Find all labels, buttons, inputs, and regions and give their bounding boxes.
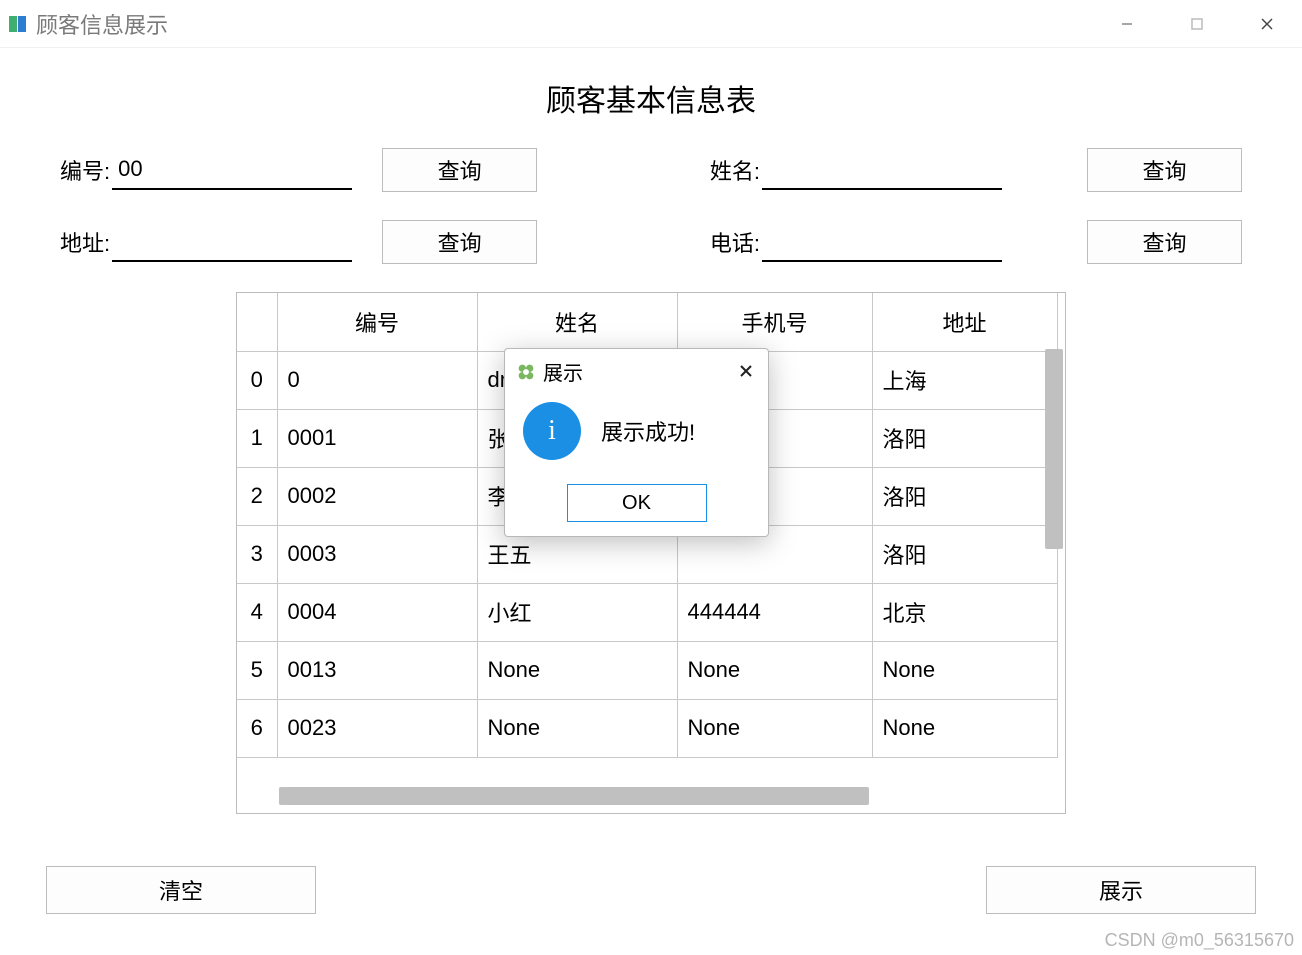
row-index: 4 — [237, 583, 277, 641]
address-field-group: 地址: 查询 — [60, 220, 651, 264]
close-button[interactable] — [1232, 0, 1302, 47]
table-row[interactable]: 40004小红444444北京 — [237, 583, 1057, 641]
name-query-button[interactable]: 查询 — [1087, 148, 1242, 192]
id-field-group: 编号: 查询 — [60, 148, 651, 192]
info-icon: i — [523, 402, 581, 460]
cell-id[interactable]: 0003 — [277, 525, 477, 583]
row-index: 5 — [237, 641, 277, 699]
dialog-close-button[interactable] — [734, 359, 758, 385]
dialog-title: 展示 — [543, 357, 734, 386]
header-phone[interactable]: 手机号 — [677, 293, 872, 351]
cell-name[interactable]: None — [477, 699, 677, 757]
cell-address[interactable]: 洛阳 — [872, 467, 1057, 525]
header-name[interactable]: 姓名 — [477, 293, 677, 351]
filter-row-1: 编号: 查询 姓名: 查询 — [40, 148, 1262, 192]
cell-id[interactable]: 0002 — [277, 467, 477, 525]
phone-input[interactable] — [762, 222, 1002, 262]
window-titlebar: 顾客信息展示 — [0, 0, 1302, 48]
cell-id[interactable]: 0 — [277, 351, 477, 409]
cell-address[interactable]: 北京 — [872, 583, 1057, 641]
cell-address[interactable]: 洛阳 — [872, 525, 1057, 583]
watermark: CSDN @m0_56315670 — [1105, 930, 1294, 951]
row-index: 3 — [237, 525, 277, 583]
clover-icon — [515, 361, 537, 383]
table-row[interactable]: 50013NoneNoneNone — [237, 641, 1057, 699]
cell-id[interactable]: 0013 — [277, 641, 477, 699]
cell-phone[interactable]: None — [677, 699, 872, 757]
header-address[interactable]: 地址 — [872, 293, 1057, 351]
dialog-body: i 展示成功! — [505, 390, 768, 478]
dialog-message: 展示成功! — [601, 415, 695, 447]
phone-label: 电话: — [710, 226, 760, 258]
cell-address[interactable]: 上海 — [872, 351, 1057, 409]
cell-phone[interactable]: None — [677, 641, 872, 699]
filter-row-2: 地址: 查询 电话: 查询 — [40, 220, 1262, 264]
bottom-bar: 清空 展示 — [40, 866, 1262, 914]
clear-button[interactable]: 清空 — [46, 866, 316, 914]
window-controls — [1092, 0, 1302, 47]
address-input[interactable] — [112, 222, 352, 262]
cell-name[interactable]: None — [477, 641, 677, 699]
row-index: 0 — [237, 351, 277, 409]
address-query-button[interactable]: 查询 — [382, 220, 537, 264]
horizontal-scrollbar[interactable] — [279, 787, 869, 805]
cell-phone[interactable]: 444444 — [677, 583, 872, 641]
cell-address[interactable]: None — [872, 641, 1057, 699]
dialog-titlebar[interactable]: 展示 — [505, 349, 768, 390]
id-label: 编号: — [60, 154, 110, 186]
minimize-button[interactable] — [1092, 0, 1162, 47]
show-button[interactable]: 展示 — [986, 866, 1256, 914]
phone-query-button[interactable]: 查询 — [1087, 220, 1242, 264]
table-row[interactable]: 60023NoneNoneNone — [237, 699, 1057, 757]
maximize-button[interactable] — [1162, 0, 1232, 47]
name-label: 姓名: — [710, 154, 760, 186]
row-index: 6 — [237, 699, 277, 757]
cell-id[interactable]: 0023 — [277, 699, 477, 757]
page-title: 顾客基本信息表 — [40, 76, 1262, 120]
cell-address[interactable]: 洛阳 — [872, 409, 1057, 467]
cell-id[interactable]: 0004 — [277, 583, 477, 641]
id-query-button[interactable]: 查询 — [382, 148, 537, 192]
cell-id[interactable]: 0001 — [277, 409, 477, 467]
cell-address[interactable]: None — [872, 699, 1057, 757]
header-id[interactable]: 编号 — [277, 293, 477, 351]
id-input[interactable] — [112, 150, 352, 190]
address-label: 地址: — [60, 226, 110, 258]
phone-field-group: 电话: 查询 — [651, 220, 1242, 264]
window-title: 顾客信息展示 — [36, 8, 168, 40]
dialog-footer: OK — [505, 478, 768, 536]
table-corner — [237, 293, 277, 351]
name-input[interactable] — [762, 150, 1002, 190]
cell-name[interactable]: 小红 — [477, 583, 677, 641]
dialog-ok-button[interactable]: OK — [567, 484, 707, 522]
vertical-scrollbar[interactable] — [1045, 349, 1063, 549]
info-dialog: 展示 i 展示成功! OK — [504, 348, 769, 537]
name-field-group: 姓名: 查询 — [651, 148, 1242, 192]
row-index: 2 — [237, 467, 277, 525]
titlebar-left: 顾客信息展示 — [8, 8, 168, 40]
row-index: 1 — [237, 409, 277, 467]
app-icon — [8, 14, 28, 34]
